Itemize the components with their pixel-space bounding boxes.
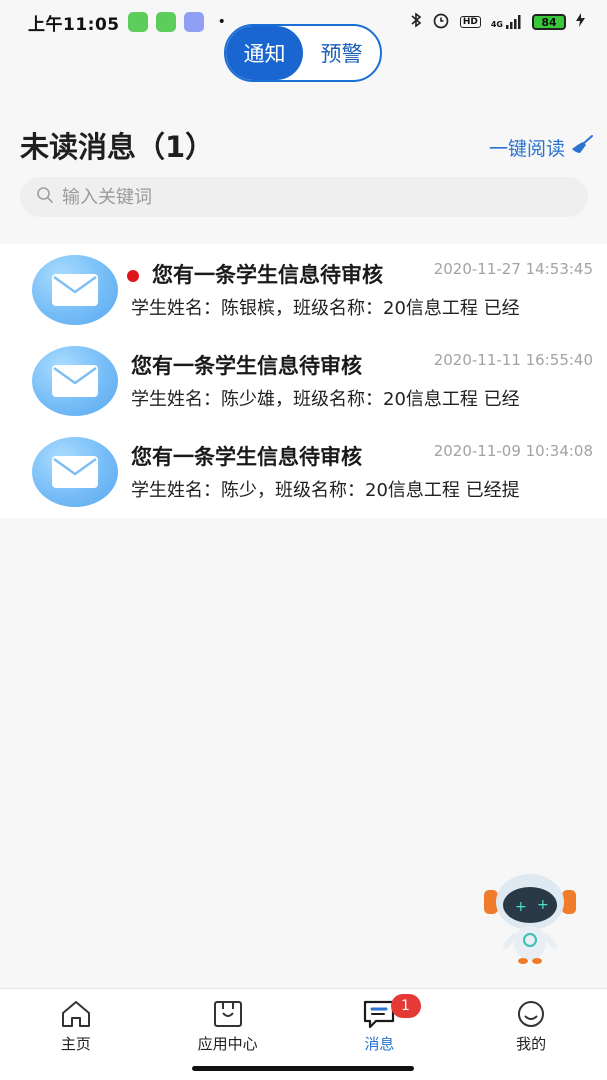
home-icon: [60, 999, 92, 1029]
notice-warning-toggle: 通知 预警: [224, 24, 382, 82]
nav-item-profile[interactable]: 我的: [455, 989, 607, 1080]
bluetooth-icon: [410, 12, 422, 32]
message-title: 您有一条学生信息待审核: [152, 263, 383, 287]
apps-icon: [212, 999, 244, 1029]
message-time: 2020-11-11 16:55:40: [433, 351, 593, 369]
message-time: 2020-11-27 14:53:45: [433, 260, 593, 278]
message-summary: 学生姓名：陈少雄，班级名称：20信息工程 已经: [131, 389, 520, 410]
message-summary: 学生姓名：陈少，班级名称：20信息工程 已经提: [131, 480, 520, 501]
tab-warning[interactable]: 预警: [303, 26, 380, 80]
robot-assistant-icon[interactable]: + +: [480, 868, 580, 968]
page-title: 未读消息（1）: [20, 130, 215, 164]
message-time: 2020-11-09 10:34:08: [433, 442, 593, 460]
profile-icon: [515, 999, 547, 1029]
unread-dot: [127, 270, 139, 282]
nav-label-profile: 我的: [516, 1035, 547, 1053]
status-time: 上午11:05: [28, 14, 120, 35]
search-input[interactable]: [62, 186, 542, 208]
message-title: 您有一条学生信息待审核: [131, 445, 362, 469]
search-icon: [36, 186, 54, 208]
status-dot: •: [217, 14, 226, 30]
svg-text:+: +: [537, 897, 549, 913]
nav-item-home[interactable]: 主页: [0, 989, 152, 1080]
svg-text:+: +: [515, 899, 527, 915]
unread-count-badge: 1: [390, 994, 421, 1018]
nav-label-apps: 应用中心: [197, 1035, 258, 1053]
read-all-button[interactable]: 一键阅读: [489, 134, 593, 161]
mail-icon: [32, 437, 118, 507]
battery-indicator: 84: [532, 14, 566, 30]
read-all-label: 一键阅读: [488, 138, 565, 160]
list-item[interactable]: 您有一条学生信息待审核 2020-11-11 16:55:40 学生姓名：陈少雄…: [0, 335, 607, 426]
list-item[interactable]: 您有一条学生信息待审核 2020-11-09 10:34:08 学生姓名：陈少，…: [0, 426, 607, 517]
message-title: 您有一条学生信息待审核: [131, 354, 362, 378]
tab-notice[interactable]: 通知: [226, 26, 303, 80]
alarm-icon: [432, 11, 450, 33]
list-item[interactable]: 您有一条学生信息待审核 2020-11-27 14:53:45 学生姓名：陈银槟…: [0, 244, 607, 335]
signal-icon: 4G: [491, 15, 522, 29]
nav-label-home: 主页: [60, 1035, 91, 1053]
broom-icon: [565, 135, 593, 160]
home-indicator: [192, 1066, 414, 1071]
app-notification-icon: [183, 12, 204, 32]
message-list: 您有一条学生信息待审核 2020-11-27 14:53:45 学生姓名：陈银槟…: [0, 244, 607, 518]
search-bar: [20, 177, 588, 217]
message-summary: 学生姓名：陈银槟，班级名称：20信息工程 已经: [131, 298, 520, 319]
charging-icon: [576, 13, 585, 31]
network-type: 4G: [490, 20, 503, 29]
wechat-notification-icon: [127, 12, 148, 32]
wechat-notification-icon: [155, 12, 176, 32]
nav-label-messages: 消息: [364, 1035, 395, 1053]
hd-badge: HD: [459, 16, 481, 28]
mail-icon: [32, 346, 118, 416]
mail-icon: [32, 255, 118, 325]
